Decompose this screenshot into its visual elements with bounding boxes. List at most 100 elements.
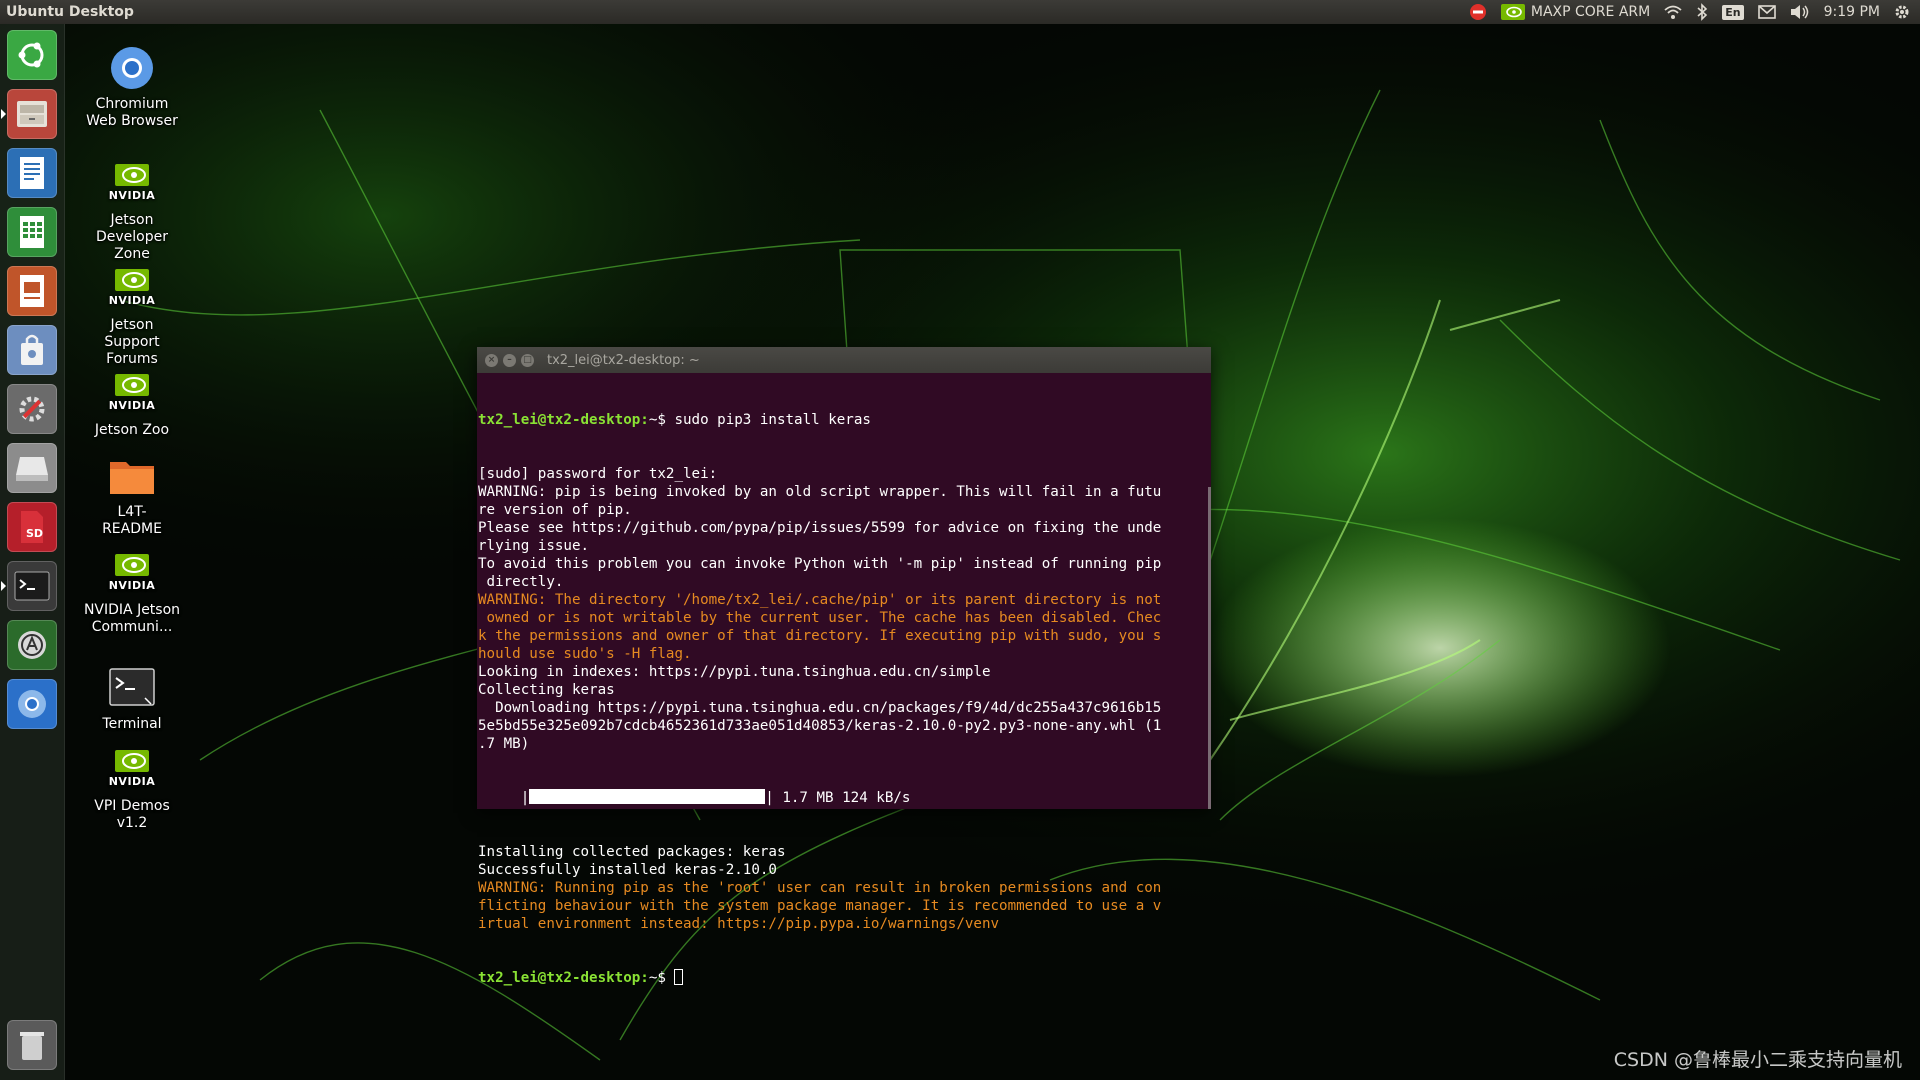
terminal-line: Collecting keras <box>478 682 615 698</box>
panel-title: Ubuntu Desktop <box>6 4 134 20</box>
hard-drive-icon <box>16 457 48 481</box>
desktop-icon-nvidia-jetson-community[interactable]: NVIDIA NVIDIA Jetson Communi... <box>82 550 182 636</box>
presentation-icon <box>20 275 44 307</box>
desktop-icon-label: Jetson Developer Zone <box>95 212 168 262</box>
terminal-scrollbar[interactable] <box>1208 487 1211 809</box>
terminal-line: Looking in indexes: https://pypi.tuna.ts… <box>478 664 991 680</box>
ubuntu-logo-icon <box>18 42 44 68</box>
launcher-trash[interactable] <box>5 1018 59 1072</box>
top-panel: Ubuntu Desktop MAXP CORE ARM En 9:19 PM <box>0 0 1920 24</box>
terminal-titlebar[interactable]: × – □ tx2_lei@tx2-desktop: ~ <box>477 347 1211 373</box>
desktop-icon-label: Jetson Zoo <box>94 422 170 438</box>
shopping-bag-icon <box>21 334 43 365</box>
terminal-line: rlying issue. <box>478 538 590 554</box>
desktop-icon-label: VPI Demos v1.2 <box>94 798 170 831</box>
terminal-warning-line: irtual environment instead: https://pip.… <box>478 916 1000 932</box>
minimize-icon[interactable]: – <box>503 353 516 367</box>
prompt-user-host: tx2_lei@tx2-desktop: <box>478 412 649 428</box>
launcher-chromium[interactable] <box>5 677 59 731</box>
terminal-output[interactable]: tx2_lei@tx2-desktop:~$ sudo pip3 install… <box>477 373 1211 1023</box>
terminal-line: [sudo] password for tx2_lei: <box>478 466 718 482</box>
prompt-path: ~$ <box>648 412 675 428</box>
terminal-title: tx2_lei@tx2-desktop: ~ <box>547 352 700 368</box>
launcher-files[interactable] <box>1 87 59 141</box>
download-progress-line: | | 1.7 MB 124 kB/s <box>478 789 1211 807</box>
clock[interactable]: 9:19 PM <box>1824 4 1880 20</box>
folder-icon <box>110 462 154 494</box>
nvidia-brand: NVIDIA <box>108 294 156 307</box>
nvidia-logo-icon <box>115 554 149 576</box>
launcher-updater[interactable] <box>5 618 59 672</box>
keyboard-layout-indicator[interactable]: En <box>1722 4 1744 20</box>
chromium-icon <box>111 47 153 89</box>
desktop-icon-label: Chromium Web Browser <box>86 96 178 129</box>
nvidia-logo-icon <box>115 164 149 186</box>
terminal-warning-line: WARNING: The directory '/home/tx2_lei/.c… <box>478 592 1162 608</box>
watermark: CSDN @鲁棒最小二乘支持向量机 <box>1613 1049 1902 1071</box>
desktop-icon-jetson-developer-zone[interactable]: NVIDIA Jetson Developer Zone <box>82 160 182 263</box>
maximize-icon[interactable]: □ <box>521 353 534 367</box>
sd-card-label: SD <box>26 527 43 540</box>
nvidia-brand: NVIDIA <box>108 189 156 202</box>
terminal-line: 5e5bd55e325e092b7cdcb4652361d733ae051d40… <box>478 718 1162 734</box>
launcher: SD <box>0 24 65 1080</box>
launcher-writer[interactable] <box>5 146 59 200</box>
terminal-icon <box>14 571 50 601</box>
no-entry-icon[interactable] <box>1469 3 1487 21</box>
nvidia-logo-icon <box>115 374 149 396</box>
power-mode-label: MAXP CORE ARM <box>1530 4 1651 20</box>
desktop-icon-chromium[interactable]: Chromium Web Browser <box>82 44 182 130</box>
desktop-icon-label: NVIDIA Jetson Communi... <box>83 602 181 635</box>
power-mode-indicator[interactable]: MAXP CORE ARM <box>1500 4 1651 20</box>
volume-icon[interactable] <box>1790 4 1810 20</box>
launcher-drive[interactable] <box>5 441 59 495</box>
close-icon[interactable]: × <box>485 353 498 367</box>
gear-icon[interactable] <box>1894 4 1910 20</box>
spreadsheet-icon <box>20 216 44 248</box>
command-text: sudo pip3 install keras <box>674 412 871 428</box>
launcher-settings[interactable] <box>5 382 59 436</box>
desktop-icon-label: L4T-README <box>102 504 162 537</box>
desktop-icon-l4t-readme[interactable]: L4T-README <box>82 452 182 538</box>
terminal-window[interactable]: × – □ tx2_lei@tx2-desktop: ~ tx2_lei@tx2… <box>477 347 1211 986</box>
launcher-terminal[interactable] <box>1 559 59 613</box>
desktop-icon-label: Terminal <box>102 716 162 732</box>
progress-suffix: | 1.7 MB 124 kB/s <box>765 790 911 806</box>
nvidia-logo-icon <box>115 269 149 291</box>
nvidia-brand: NVIDIA <box>108 579 156 592</box>
nvidia-icon <box>1500 4 1525 20</box>
terminal-line: Successfully installed keras-2.10.0 <box>478 862 777 878</box>
document-icon <box>20 157 44 189</box>
terminal-line: To avoid this problem you can invoke Pyt… <box>478 556 1162 572</box>
wrench-gear-icon <box>19 396 45 422</box>
progress-prefix: | <box>478 790 530 806</box>
panel-indicators: MAXP CORE ARM En 9:19 PM <box>1469 3 1920 21</box>
terminal-warning-line: hould use sudo's -H flag. <box>478 646 692 662</box>
chromium-icon <box>18 690 46 718</box>
launcher-software[interactable] <box>5 323 59 377</box>
desktop-icon-terminal[interactable]: Terminal <box>82 664 182 733</box>
wifi-icon[interactable] <box>1664 4 1682 20</box>
desktop-icon-jetson-zoo[interactable]: NVIDIA Jetson Zoo <box>82 370 182 439</box>
nvidia-brand: NVIDIA <box>108 399 156 412</box>
terminal-line: Installing collected packages: keras <box>478 844 786 860</box>
terminal-line: WARNING: pip is being invoked by an old … <box>478 484 1162 500</box>
terminal-line: tx2_lei@tx2-desktop:~$ sudo pip3 install… <box>478 411 1211 429</box>
launcher-sd-card[interactable]: SD <box>5 500 59 554</box>
desktop-icon-vpi-demos[interactable]: NVIDIA VPI Demos v1.2 <box>82 746 182 832</box>
launcher-calc[interactable] <box>5 205 59 259</box>
file-cabinet-icon <box>17 101 47 127</box>
bluetooth-icon[interactable] <box>1696 3 1708 21</box>
prompt-user-host: tx2_lei@tx2-desktop: <box>478 970 649 986</box>
desktop-icon-jetson-support-forums[interactable]: NVIDIA Jetson Support Forums <box>82 265 182 368</box>
launcher-dash-home[interactable] <box>5 28 59 82</box>
terminal-line: Downloading https://pypi.tuna.tsinghua.e… <box>478 700 1162 716</box>
trash-icon <box>20 1032 44 1060</box>
terminal-warning-line: owned or is not writable by the current … <box>478 610 1162 626</box>
mail-icon[interactable] <box>1757 5 1776 19</box>
launcher-impress[interactable] <box>5 264 59 318</box>
terminal-warning-line: flicting behaviour with the system packa… <box>478 898 1162 914</box>
terminal-warning-line: WARNING: Running pip as the 'root' user … <box>478 880 1162 896</box>
nvidia-logo-icon <box>115 750 149 772</box>
terminal-line: re version of pip. <box>478 502 632 518</box>
